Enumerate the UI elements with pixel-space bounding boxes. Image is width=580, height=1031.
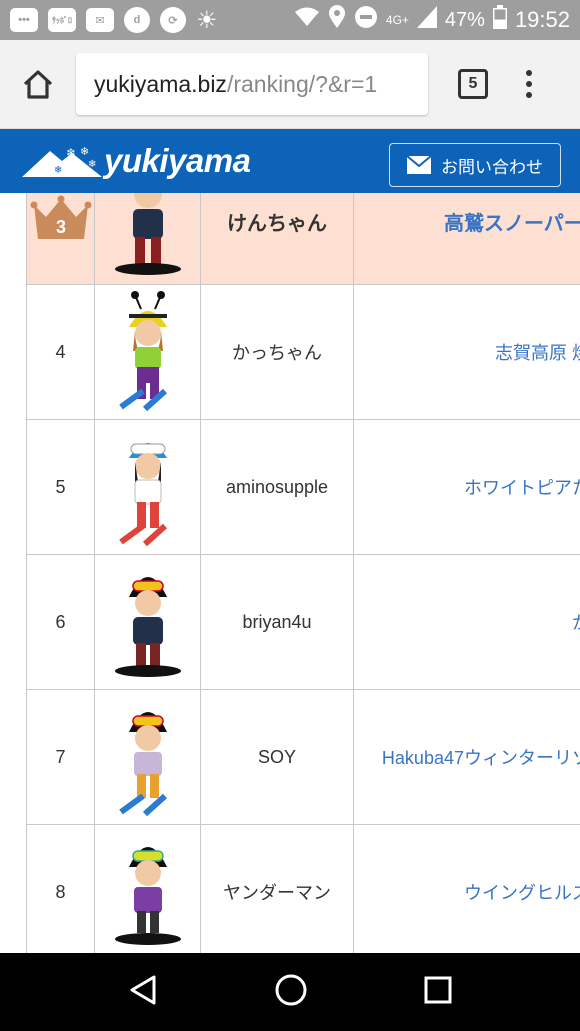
sync-icon: ⟳ <box>160 7 186 33</box>
user-name[interactable]: briyan4u <box>200 554 354 690</box>
user-name[interactable]: SOY <box>200 689 354 825</box>
avatar-cell <box>94 419 201 555</box>
svg-text:❄: ❄ <box>88 159 96 170</box>
clock: 19:52 <box>514 7 570 32</box>
back-icon <box>130 975 156 1004</box>
app-notification-icon: ｻｯﾎﾟﾛ <box>48 8 76 32</box>
signal-icon <box>416 6 437 34</box>
rank-number: 3 <box>55 217 65 237</box>
svg-text:❄: ❄ <box>66 146 76 160</box>
browser-menu-button[interactable] <box>526 70 532 98</box>
table-row: 6 briyan4u かぐら <box>26 554 580 690</box>
table-row: 5 aminosupple ホワイトピアたかす <box>26 419 580 555</box>
mountain-logo-icon: ❄ ❄ ❄ ❄ <box>22 145 102 177</box>
mail-icon <box>407 156 431 174</box>
user-name[interactable]: ヤンダーマン <box>200 824 354 953</box>
contact-label: お問い合わせ <box>441 157 543 177</box>
table-row: 8 ヤンダーマン ウイングヒルズ白鳥 <box>26 824 580 953</box>
contact-button[interactable]: お問い合わせ <box>389 143 561 187</box>
back-button[interactable] <box>128 974 158 1011</box>
battery-icon <box>492 5 507 35</box>
site-logo[interactable]: ❄ ❄ ❄ ❄ yukiyama <box>22 142 251 180</box>
home-circle-icon <box>275 974 307 1005</box>
logo-text: yukiyama <box>104 142 251 179</box>
rank-number: 4 <box>26 284 95 420</box>
ski-area-link[interactable]: ホワイトピアたかす <box>353 419 580 555</box>
user-name[interactable]: けんちゃん <box>200 193 354 285</box>
chat-notification-icon: ••• <box>10 8 38 32</box>
rank-number: 7 <box>26 689 95 825</box>
mail-notification-icon: ✉ <box>86 8 114 32</box>
avatar[interactable] <box>113 692 183 818</box>
user-name[interactable]: aminosupple <box>200 419 354 555</box>
brightness-icon: ☀ <box>196 6 218 34</box>
rank-number: 8 <box>26 824 95 953</box>
ski-area-link[interactable]: Hakuba47ウィンターリゾート <box>353 689 580 825</box>
system-nav-bar <box>0 953 580 1031</box>
avatar-cell <box>94 284 201 420</box>
rank-number: 6 <box>26 554 95 690</box>
avatar[interactable] <box>113 827 183 953</box>
ski-area-link[interactable]: ウイングヒルズ白鳥 <box>353 824 580 953</box>
do-not-disturb-icon <box>354 5 378 35</box>
menu-dot-icon <box>526 70 532 76</box>
browser-toolbar: yukiyama.biz/ranking/?&r=1 5 <box>0 40 580 129</box>
menu-dot-icon <box>526 92 532 98</box>
table-row: 3 けんちゃん 高鷲スノーパーク <box>26 193 580 285</box>
ski-area-link[interactable]: かぐら <box>353 554 580 690</box>
avatar[interactable] <box>113 287 183 413</box>
location-icon <box>328 5 346 35</box>
home-nav-button[interactable] <box>274 973 308 1012</box>
recents-icon <box>424 976 452 1003</box>
avatar[interactable] <box>113 193 183 279</box>
user-name[interactable]: かっちゃん <box>200 284 354 420</box>
recents-button[interactable] <box>424 976 452 1009</box>
avatar-cell <box>94 824 201 953</box>
battery-percent: 47% <box>444 8 485 31</box>
status-bar: ••• ｻｯﾎﾟﾛ ✉ d ⟳ ☀ 4G+ 47% 19:52 <box>0 0 580 40</box>
site-header: ❄ ❄ ❄ ❄ yukiyama お問い合わせ <box>0 129 580 193</box>
avatar[interactable] <box>113 557 183 683</box>
avatar[interactable] <box>113 422 183 548</box>
home-button[interactable] <box>0 40 76 129</box>
avatar-cell <box>94 193 201 285</box>
avatar-cell <box>94 689 201 825</box>
rank-number: 5 <box>26 419 95 555</box>
address-bar[interactable]: yukiyama.biz/ranking/?&r=1 <box>76 53 428 115</box>
avatar-cell <box>94 554 201 690</box>
menu-dot-icon <box>526 81 532 87</box>
url-host: yukiyama.biz <box>94 70 227 97</box>
svg-text:❄: ❄ <box>54 165 62 176</box>
ranking-table: 3 けんちゃん 高鷲スノーパーク 4 <box>26 193 580 953</box>
bronze-crown-icon: 3 <box>30 195 91 239</box>
d-app-icon: d <box>124 7 150 33</box>
rank-cell: 3 <box>26 193 95 285</box>
table-row: 4 かっちゃん 志賀高原 焼 <box>26 284 580 420</box>
home-icon <box>23 70 53 99</box>
tab-switcher-button[interactable]: 5 <box>458 69 488 99</box>
svg-text:❄: ❄ <box>80 145 89 158</box>
url-path: /ranking/?&r=1 <box>226 70 378 97</box>
ranking-section: 3 けんちゃん 高鷲スノーパーク 4 <box>0 193 580 953</box>
ski-area-link[interactable]: 高鷲スノーパーク <box>353 193 580 285</box>
wifi-icon <box>294 6 320 34</box>
ski-area-link[interactable]: 志賀高原 焼額山 <box>353 284 580 420</box>
network-type: 4G+ <box>385 13 409 27</box>
table-row: 7 SOY Hakuba47ウィンターリゾート <box>26 689 580 825</box>
